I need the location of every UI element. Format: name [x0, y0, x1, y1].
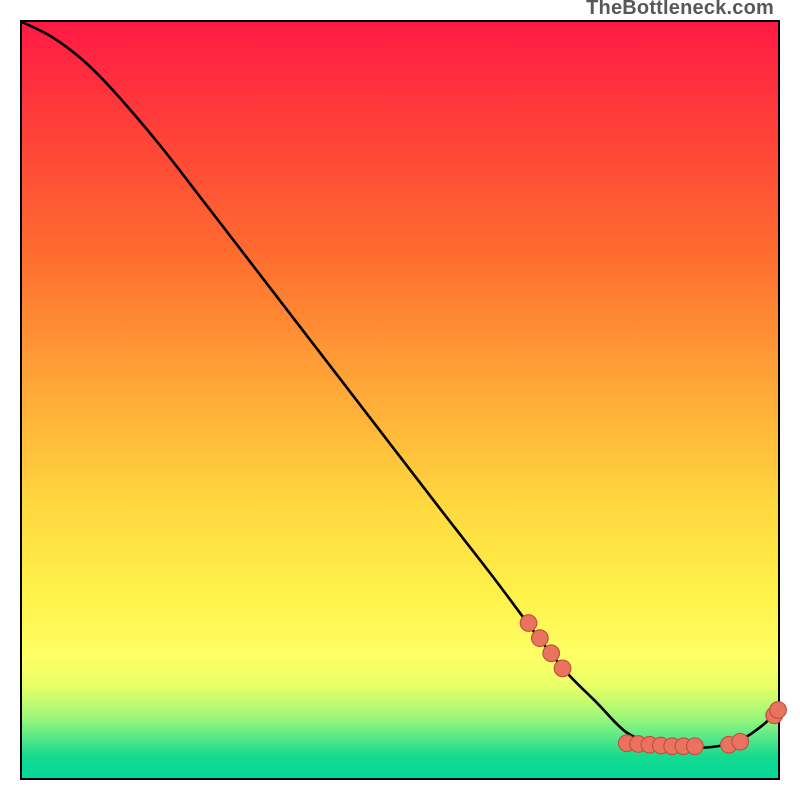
curve-markers [520, 615, 786, 755]
curve-marker [543, 645, 560, 662]
curve-marker [770, 702, 787, 719]
curve-marker [687, 738, 704, 755]
curve-marker [732, 733, 749, 750]
plot-area: TheBottleneck.com [20, 20, 780, 780]
curve-marker [520, 615, 537, 632]
chart-svg [22, 22, 778, 778]
watermark-text: TheBottleneck.com [586, 0, 774, 20]
curve-marker [554, 660, 571, 677]
curve-marker [532, 630, 549, 647]
chart-container: TheBottleneck.com [0, 0, 800, 800]
bottleneck-curve [22, 22, 778, 748]
